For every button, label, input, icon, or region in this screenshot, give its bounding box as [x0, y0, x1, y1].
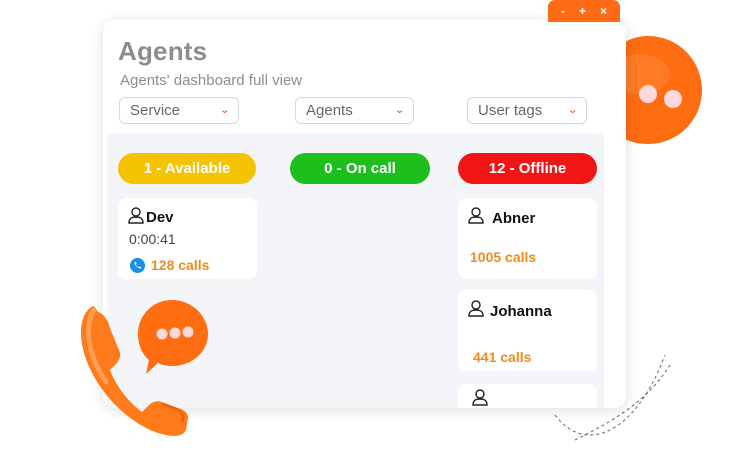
agent-card-abner[interactable]: Abner 1005 calls: [458, 198, 597, 279]
close-button[interactable]: ×: [600, 4, 607, 18]
page-subtitle: Agents' dashboard full view: [120, 72, 303, 89]
agent-call-duration: 0:00:41: [129, 231, 176, 247]
service-select-label: Service: [130, 102, 181, 119]
user-tags-select[interactable]: User tags ⌄: [467, 97, 587, 124]
status-available-badge[interactable]: 1 - Available: [118, 153, 256, 184]
agent-name: Abner: [492, 210, 536, 227]
page-title: Agents: [118, 36, 208, 66]
window-controls: - + ×: [548, 0, 620, 22]
status-on-call-badge[interactable]: 0 - On call: [290, 153, 430, 184]
agent-card-dev[interactable]: Dev 0:00:41 128 calls: [118, 198, 257, 279]
service-select[interactable]: Service ⌄: [119, 97, 239, 124]
agent-card-partial[interactable]: [458, 384, 597, 408]
maximize-button[interactable]: +: [579, 4, 586, 18]
agent-call-count: 441 calls: [473, 349, 532, 365]
chevron-down-icon: ⌄: [393, 104, 405, 116]
phone-handset-icon: [80, 300, 208, 436]
agent-name: Dev: [146, 209, 174, 226]
user-icon: [468, 207, 484, 224]
chevron-down-icon: ⌄: [218, 104, 230, 116]
phone-icon: [130, 258, 145, 273]
agents-select-label: Agents: [306, 102, 353, 119]
status-offline-badge[interactable]: 12 - Offline: [458, 153, 597, 184]
user-icon: [128, 207, 144, 224]
agent-name: Johanna: [490, 303, 552, 320]
user-icon: [468, 300, 484, 317]
agent-card-johanna[interactable]: Johanna 441 calls: [458, 290, 597, 371]
user-tags-select-label: User tags: [478, 102, 543, 119]
agent-call-count: 1005 calls: [470, 249, 537, 265]
agent-call-count: 128 calls: [151, 257, 210, 273]
chevron-down-icon: ⌄: [566, 104, 578, 116]
user-icon: [472, 389, 488, 406]
agents-select[interactable]: Agents ⌄: [295, 97, 414, 124]
minimize-button[interactable]: -: [561, 4, 565, 18]
